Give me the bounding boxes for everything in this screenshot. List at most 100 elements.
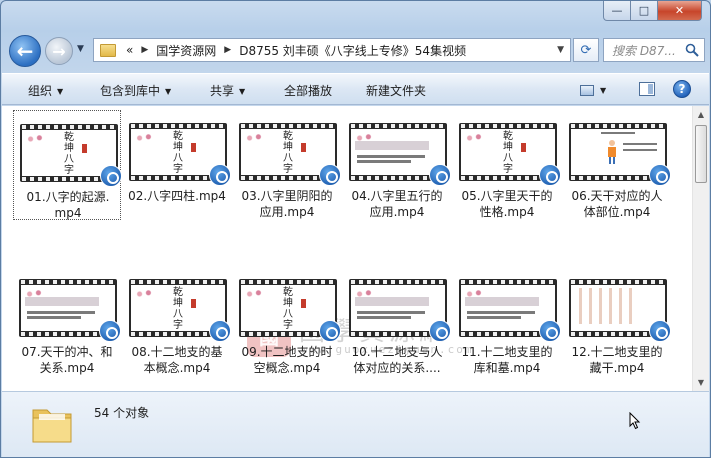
file-name: 10.十二地支与人 体对应的关系....	[351, 345, 443, 375]
explorer-window: — □ ✕ ← → ▼ « ▶ 国学资源网 ▶ D8755 刘丰硕《八字线上专修…	[0, 0, 711, 458]
file-name: 04.八字里五行的 应用.mp4	[351, 189, 443, 219]
search-icon[interactable]	[685, 43, 699, 57]
refresh-icon: ⟳	[580, 42, 592, 58]
search-input[interactable]: 搜索 D87...	[612, 42, 684, 59]
media-player-icon	[209, 164, 231, 186]
help-icon[interactable]: ?	[673, 80, 691, 98]
maximize-button[interactable]: □	[631, 1, 658, 21]
video-thumbnail: 乾坤八字	[239, 123, 341, 186]
file-item[interactable]: 乾坤八字 09.十二地支的时 空概念.mp4	[233, 266, 341, 376]
folder-icon	[100, 43, 116, 57]
close-button[interactable]: ✕	[658, 1, 702, 21]
file-item[interactable]: 12.十二地支里的 藏干.mp4	[563, 266, 671, 376]
scroll-up-arrow-icon[interactable]: ▲	[693, 106, 709, 123]
media-player-icon	[99, 320, 121, 342]
media-player-icon	[429, 164, 451, 186]
video-thumbnail	[349, 279, 451, 342]
file-name: 02.八字四柱.mp4	[128, 189, 226, 203]
thumbnail-title: 乾坤八字	[503, 131, 513, 175]
video-thumbnail: 乾坤八字	[20, 124, 122, 187]
media-player-icon	[649, 320, 671, 342]
address-history-dropdown[interactable]: ▼	[557, 45, 564, 55]
recent-pages-dropdown[interactable]: ▼	[77, 44, 84, 54]
media-player-icon	[539, 320, 561, 342]
file-item[interactable]: 乾坤八字 02.八字四柱.mp4	[123, 110, 231, 220]
mouse-pointer-icon	[629, 412, 641, 430]
scroll-thumb[interactable]	[695, 125, 707, 183]
file-list[interactable]: 國 國學資源網 www.guoxueziyuan.com ▲ ▼ 乾坤八字01.…	[2, 106, 709, 391]
include-in-library-menu[interactable]: 包含到库中 ▼	[100, 82, 171, 99]
file-item[interactable]: 11.十二地支里的 库和墓.mp4	[453, 266, 561, 376]
thumbnail-title: 乾坤八字	[64, 132, 74, 176]
file-item[interactable]: 10.十二地支与人 体对应的关系....	[343, 266, 451, 376]
video-thumbnail	[349, 123, 451, 186]
media-player-icon	[319, 320, 341, 342]
media-player-icon	[539, 164, 561, 186]
file-name: 06.天干对应的人 体部位.mp4	[571, 189, 663, 219]
folder-icon	[32, 409, 72, 443]
thumbnail-title: 乾坤八字	[173, 287, 183, 331]
thumbnail-title: 乾坤八字	[173, 131, 183, 175]
arrow-right-icon: →	[52, 41, 66, 61]
media-player-icon	[319, 164, 341, 186]
breadcrumb-separator-icon[interactable]: ▶	[141, 45, 148, 55]
video-thumbnail: 乾坤八字	[129, 123, 231, 186]
file-name: 01.八字的起源. mp4	[26, 190, 110, 220]
arrow-left-icon: ←	[16, 39, 34, 63]
file-item[interactable]: 乾坤八字 08.十二地支的基 本概念.mp4	[123, 266, 231, 376]
dropdown-arrow-icon: ▼	[239, 87, 246, 96]
preview-pane-icon[interactable]	[639, 82, 655, 96]
video-thumbnail	[19, 279, 121, 342]
breadcrumb-item[interactable]: 国学资源网	[156, 42, 216, 59]
file-item[interactable]: 乾坤八字 03.八字里阴阳的 应用.mp4	[233, 110, 341, 220]
forward-button[interactable]: →	[45, 37, 73, 65]
video-thumbnail	[569, 123, 671, 186]
video-thumbnail: 乾坤八字	[459, 123, 561, 186]
video-thumbnail: 乾坤八字	[129, 279, 231, 342]
video-thumbnail: 乾坤八字	[239, 279, 341, 342]
media-player-icon	[209, 320, 231, 342]
file-item[interactable]: 07.天干的冲、和 关系.mp4	[13, 266, 121, 376]
thumbnail-title: 乾坤八字	[283, 131, 293, 175]
thumbnail-title: 乾坤八字	[283, 287, 293, 331]
file-item[interactable]: 06.天干对应的人 体部位.mp4	[563, 110, 671, 220]
file-name: 12.十二地支里的 藏干.mp4	[571, 345, 663, 375]
file-name: 08.十二地支的基 本概念.mp4	[131, 345, 223, 375]
change-view-button[interactable]: ▼	[580, 81, 614, 99]
video-thumbnail	[459, 279, 561, 342]
search-box[interactable]: 搜索 D87...	[603, 38, 705, 62]
dropdown-arrow-icon: ▼	[600, 85, 607, 95]
file-name: 11.十二地支里的 库和墓.mp4	[461, 345, 553, 375]
object-count: 54 个对象	[94, 406, 150, 420]
file-name: 03.八字里阴阳的 应用.mp4	[241, 189, 333, 219]
file-item[interactable]: 乾坤八字 05.八字里天干的 性格.mp4	[453, 110, 561, 220]
navigation-bar: ← → ▼ « ▶ 国学资源网 ▶ D8755 刘丰硕《八字线上专修》54集视频…	[7, 34, 705, 68]
video-thumbnail	[569, 279, 671, 342]
file-name: 07.天干的冲、和 关系.mp4	[21, 345, 113, 375]
dropdown-arrow-icon: ▼	[57, 87, 64, 96]
media-player-icon	[100, 165, 122, 187]
breadcrumb-overflow[interactable]: «	[126, 43, 133, 57]
caption-buttons: — □ ✕	[603, 1, 702, 21]
file-name: 09.十二地支的时 空概念.mp4	[241, 345, 333, 375]
share-menu[interactable]: 共享 ▼	[210, 82, 245, 99]
media-player-icon	[649, 164, 671, 186]
minimize-button[interactable]: —	[603, 1, 631, 21]
media-player-icon	[429, 320, 451, 342]
organize-menu[interactable]: 组织 ▼	[28, 82, 63, 99]
view-icon	[580, 84, 594, 96]
file-item[interactable]: 乾坤八字 01.八字的起源. mp4	[13, 110, 122, 220]
file-item[interactable]: 04.八字里五行的 应用.mp4	[343, 110, 451, 220]
vertical-scrollbar[interactable]: ▲ ▼	[692, 106, 709, 391]
breadcrumb-item[interactable]: D8755 刘丰硕《八字线上专修》54集视频	[239, 42, 466, 59]
back-button[interactable]: ←	[9, 35, 41, 67]
play-all-button[interactable]: 全部播放	[284, 82, 332, 99]
details-pane: 54 个对象	[2, 391, 709, 457]
breadcrumb-separator-icon[interactable]: ▶	[224, 45, 231, 55]
dropdown-arrow-icon: ▼	[165, 87, 172, 96]
scroll-down-arrow-icon[interactable]: ▼	[693, 374, 709, 391]
address-bar[interactable]: « ▶ 国学资源网 ▶ D8755 刘丰硕《八字线上专修》54集视频 ▼	[93, 38, 571, 62]
new-folder-button[interactable]: 新建文件夹	[366, 82, 426, 99]
refresh-button[interactable]: ⟳	[573, 38, 599, 62]
file-name: 05.八字里天干的 性格.mp4	[461, 189, 553, 219]
